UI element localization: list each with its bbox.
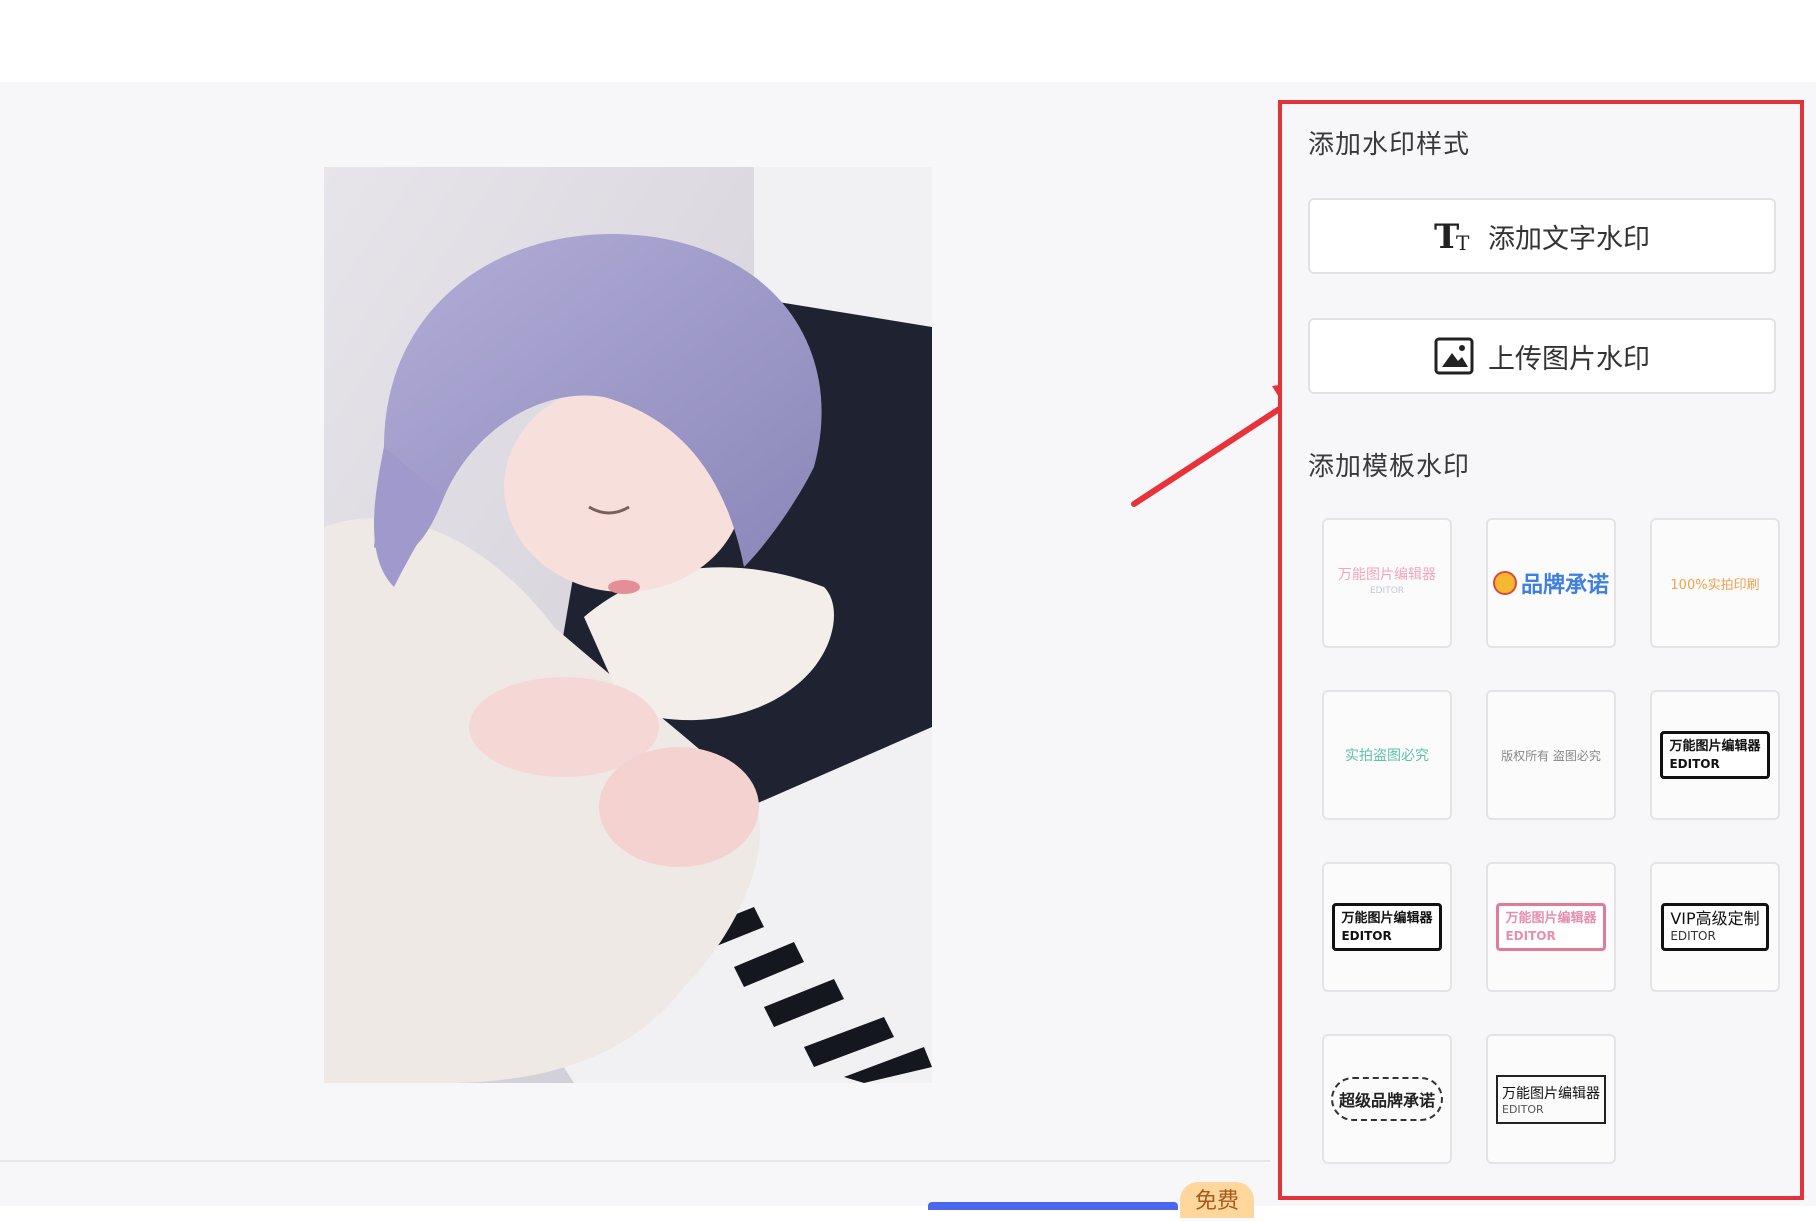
template-item-2[interactable]: 品牌承诺 [1486, 518, 1616, 648]
template-item-11[interactable]: 万能图片编辑器 EDITOR [1486, 1034, 1616, 1164]
free-badge: 免费 [1180, 1182, 1254, 1218]
template-item-4[interactable]: 实拍盗图必究 [1322, 690, 1452, 820]
text-size-icon: T T [1434, 218, 1474, 254]
template-text: VIP高级定制 [1670, 909, 1760, 928]
template-text: 实拍盗图必究 [1345, 748, 1429, 764]
add-text-watermark-label: 添加文字水印 [1488, 223, 1650, 255]
template-text: 万能图片编辑器 [1505, 911, 1597, 926]
template-text: 100%实拍印刷 [1670, 577, 1760, 593]
add-text-watermark-button[interactable]: T T 添加文字水印 [1308, 198, 1776, 274]
svg-text:T: T [1456, 231, 1470, 254]
top-bar [0, 0, 1816, 82]
template-item-1[interactable]: 万能图片编辑器 EDITOR [1322, 518, 1452, 648]
style-section-title: 添加水印样式 [1308, 130, 1471, 160]
template-item-5[interactable]: 版权所有 盗图必究 [1486, 690, 1616, 820]
template-item-3[interactable]: 100%实拍印刷 [1650, 518, 1780, 648]
template-text: 超级品牌承诺 [1330, 1077, 1443, 1121]
template-text: 版权所有 盗图必究 [1501, 748, 1601, 763]
template-subtext: EDITOR [1670, 929, 1716, 943]
template-text: 万能图片编辑器 [1341, 911, 1433, 926]
template-section-title: 添加模板水印 [1308, 452, 1471, 482]
watermark-panel: 添加水印样式 T T 添加文字水印 上传图片水印 添加模板水印 万能图片编辑器 E… [1278, 100, 1804, 1200]
template-item-8[interactable]: 万能图片编辑器 EDITOR [1486, 862, 1616, 992]
canvas-area [0, 82, 1330, 1162]
template-subtext: EDITOR [1341, 929, 1392, 943]
template-subtext: EDITOR [1502, 1102, 1544, 1116]
template-text: 万能图片编辑器 [1338, 567, 1436, 583]
photo-image [324, 167, 932, 1083]
template-item-6[interactable]: 万能图片编辑器 EDITOR [1650, 690, 1780, 820]
template-subtext: EDITOR [1505, 929, 1556, 943]
upload-image-watermark-label: 上传图片水印 [1488, 343, 1650, 375]
download-button-partial[interactable] [928, 1202, 1178, 1210]
template-text: 万能图片编辑器 [1669, 739, 1761, 754]
template-subtext: EDITOR [1369, 586, 1405, 596]
template-item-9[interactable]: VIP高级定制 EDITOR [1650, 862, 1780, 992]
template-text: 品牌承诺 [1520, 573, 1609, 598]
template-subtext: EDITOR [1669, 757, 1720, 771]
edited-photo[interactable] [324, 167, 932, 1083]
image-icon [1434, 337, 1474, 375]
template-item-7[interactable]: 万能图片编辑器 EDITOR [1322, 862, 1452, 992]
template-item-10[interactable]: 超级品牌承诺 [1322, 1034, 1452, 1164]
upload-image-watermark-button[interactable]: 上传图片水印 [1308, 318, 1776, 394]
medal-icon [1492, 571, 1517, 595]
canvas-divider [0, 1160, 1270, 1162]
template-text: 万能图片编辑器 [1502, 1085, 1600, 1102]
